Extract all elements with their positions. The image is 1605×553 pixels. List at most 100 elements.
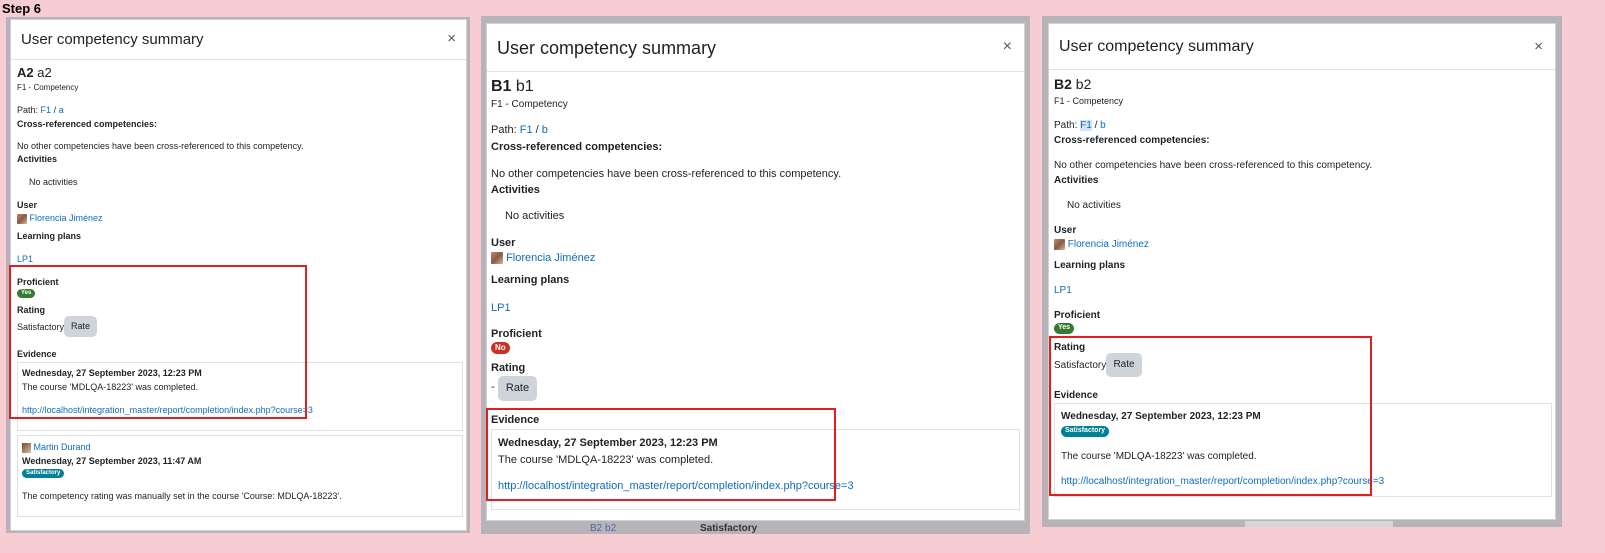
learning-plan-link[interactable]: LP1 (17, 254, 33, 264)
cross-ref-text: No other competencies have been cross-re… (491, 168, 842, 180)
path-leaf-link[interactable]: b (1100, 120, 1106, 131)
evidence-date: Wednesday, 27 September 2023, 12:23 PM (22, 368, 202, 378)
learning-plans-label: Learning plans (17, 231, 82, 241)
user-avatar (1054, 239, 1065, 250)
user-row: Florencia Jiménez (491, 252, 595, 265)
path-separator: / (1094, 120, 1098, 131)
user-avatar (17, 213, 27, 224)
activities-text: No activities (1067, 200, 1121, 211)
competency-code: B2 (1054, 76, 1072, 92)
rating-value: Satisfactory (1054, 360, 1107, 371)
modal-header: User competency summary × (11, 20, 466, 60)
modal-title: User competency summary (21, 31, 204, 48)
cross-ref-label: Cross-referenced competencies: (491, 141, 663, 153)
close-icon[interactable]: × (1003, 38, 1012, 56)
path-leaf-link[interactable]: a (59, 105, 64, 115)
evidence-card: Wednesday, 27 September 2023, 12:23 PM T… (491, 429, 1020, 510)
evidence-rating-badge: Satisfactory (22, 469, 65, 478)
evidence-link[interactable]: http://localhost/integration_master/repo… (1061, 476, 1384, 487)
learning-plan-link[interactable]: LP1 (1054, 285, 1072, 296)
evidence-link[interactable]: http://localhost/integration_master/repo… (22, 405, 313, 415)
rate-button[interactable]: Rate (64, 316, 97, 337)
evidence-rating-badge: Satisfactory (1061, 426, 1110, 437)
competency-path: Path: F1 / b (1054, 120, 1106, 131)
cross-ref-label: Cross-referenced competencies: (17, 119, 158, 129)
user-row: Florencia Jiménez (17, 213, 103, 224)
competency-modal-b1: User competency summary × B1 b1 F1 - Com… (486, 23, 1025, 521)
evidence-date: Wednesday, 27 September 2023, 12:23 PM (1061, 411, 1261, 422)
rating-label: Rating (491, 362, 526, 374)
user-row: Florencia Jiménez (1054, 239, 1149, 250)
user-link[interactable]: Florencia Jiménez (30, 213, 103, 223)
framework-name: F1 - Competency (491, 99, 568, 110)
activities-label: Activities (1054, 175, 1099, 186)
path-separator: / (535, 124, 539, 136)
activities-label: Activities (17, 154, 58, 164)
proficient-badge: No (491, 342, 510, 354)
learning-plans-label: Learning plans (1054, 260, 1126, 271)
proficient-label: Proficient (1054, 310, 1101, 321)
evidence-text: The competency rating was manually set i… (22, 491, 342, 501)
path-label: Path: (491, 124, 517, 136)
rate-button[interactable]: Rate (498, 376, 537, 401)
user-link[interactable]: Florencia Jiménez (506, 252, 595, 264)
path-root-link[interactable]: F1 (520, 124, 533, 136)
background-row: B2 b2 (590, 523, 616, 534)
proficient-badge: Yes (1054, 323, 1075, 334)
competency-heading: B2 b2 (1054, 76, 1091, 92)
competency-name: b2 (1075, 76, 1092, 92)
author-avatar (22, 442, 31, 453)
activities-text: No activities (29, 177, 78, 187)
evidence-author-link[interactable]: Martin Durand (34, 442, 91, 452)
evidence-card: Martin Durand Wednesday, 27 September 20… (17, 435, 463, 517)
cross-ref-text: No other competencies have been cross-re… (1054, 160, 1373, 171)
cross-ref-text: No other competencies have been cross-re… (17, 141, 304, 151)
rating-value: Satisfactory (17, 322, 65, 332)
close-icon[interactable]: × (1534, 38, 1543, 55)
competency-path: Path: F1 / a (17, 105, 64, 115)
competency-modal-b2: User competency summary × B2 b2 F1 - Com… (1048, 23, 1556, 520)
competency-modal-a2: User competency summary × A2 a2 F1 - Com… (10, 19, 467, 531)
proficient-badge: Yes (17, 289, 36, 298)
path-label: Path: (1054, 120, 1078, 131)
competency-name: b1 (515, 78, 534, 95)
evidence-date: Wednesday, 27 September 2023, 11:47 AM (22, 456, 202, 466)
competency-path: Path: F1 / b (491, 124, 548, 136)
evidence-card: Wednesday, 27 September 2023, 12:23 PM T… (17, 362, 463, 431)
evidence-text: The course 'MDLQA-18223' was completed. (1061, 451, 1257, 462)
evidence-link[interactable]: http://localhost/integration_master/repo… (498, 480, 854, 492)
step-label: Step 6 (2, 1, 42, 16)
user-avatar (491, 252, 503, 265)
user-label: User (1054, 225, 1077, 236)
learning-plan-link[interactable]: LP1 (491, 302, 511, 314)
evidence-text: The course 'MDLQA-18223' was completed. (498, 454, 714, 466)
competency-code: B1 (491, 78, 512, 95)
scrollbar[interactable] (1245, 521, 1393, 527)
evidence-label: Evidence (1054, 390, 1098, 401)
user-label: User (491, 237, 516, 249)
evidence-label: Evidence (17, 349, 57, 359)
activities-label: Activities (491, 184, 540, 196)
evidence-card: Wednesday, 27 September 2023, 12:23 PM S… (1054, 403, 1552, 497)
background-competency-link: B2 b2 (590, 523, 617, 534)
modal-header: User competency summary × (1049, 24, 1555, 70)
framework-name: F1 - Competency (1054, 96, 1124, 106)
close-icon[interactable]: × (447, 30, 456, 47)
rate-button[interactable]: Rate (1106, 353, 1142, 377)
user-link[interactable]: Florencia Jiménez (1068, 239, 1149, 250)
user-label: User (17, 200, 38, 210)
path-root-link[interactable]: F1 (1080, 120, 1092, 131)
path-label: Path: (17, 105, 39, 115)
competency-heading: A2 a2 (17, 65, 52, 80)
path-root-link[interactable]: F1 (41, 105, 52, 115)
evidence-date: Wednesday, 27 September 2023, 12:23 PM (498, 437, 718, 449)
activities-text: No activities (505, 210, 565, 222)
competency-heading: B1 b1 (491, 78, 534, 96)
path-separator: / (53, 105, 57, 115)
evidence-label: Evidence (491, 414, 540, 426)
evidence-author-row: Martin Durand (22, 442, 91, 453)
path-leaf-link[interactable]: b (542, 124, 548, 136)
framework-name: F1 - Competency (17, 83, 79, 92)
proficient-label: Proficient (17, 277, 59, 287)
evidence-text: The course 'MDLQA-18223' was completed. (22, 382, 199, 392)
